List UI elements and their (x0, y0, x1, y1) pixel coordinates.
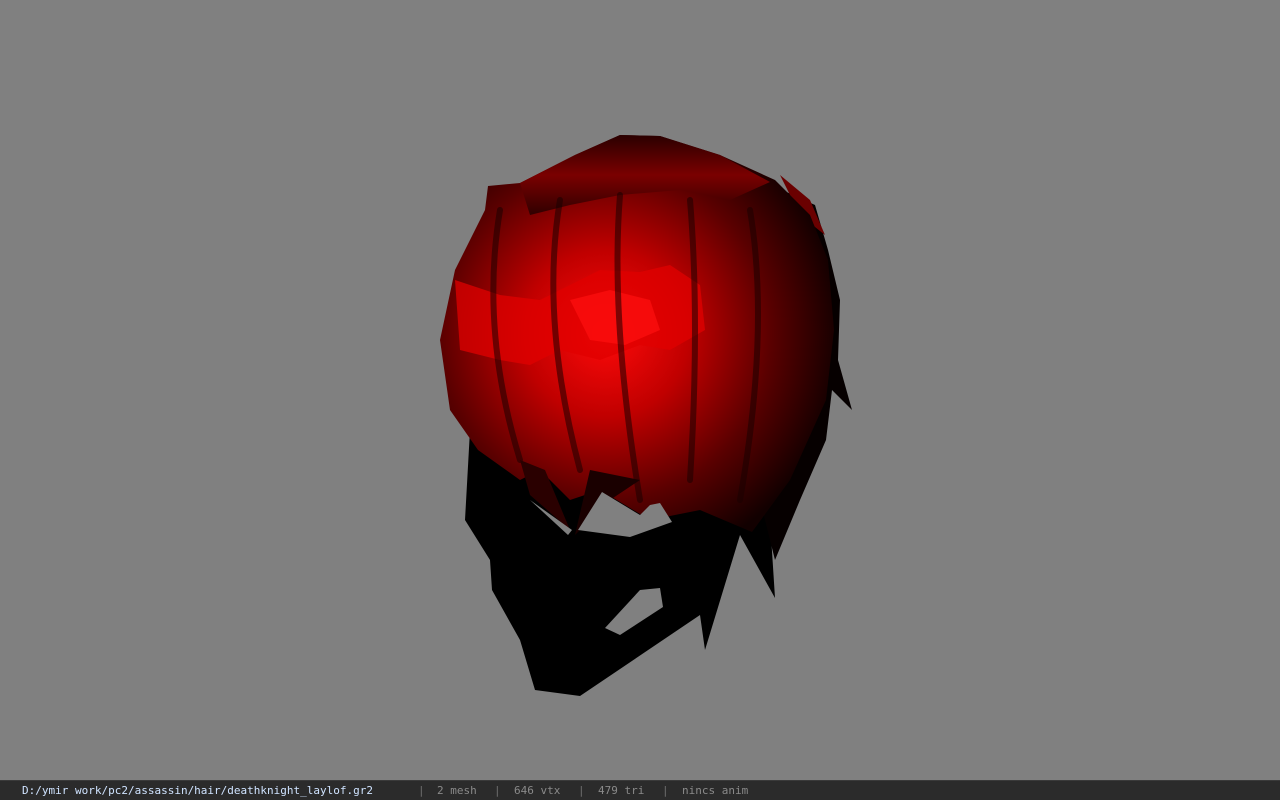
file-path: D:/ymir work/pc2/assassin/hair/deathknig… (22, 784, 373, 797)
separator: | (662, 784, 669, 797)
separator: | (578, 784, 585, 797)
triangle-count: 479 tri (598, 784, 645, 797)
vertex-count: 646 vtx (514, 784, 561, 797)
separator: | (418, 784, 425, 797)
status-bar: D:/ymir work/pc2/assassin/hair/deathknig… (0, 780, 1280, 800)
mesh-count: 2 mesh (437, 784, 477, 797)
model-render (440, 135, 852, 696)
3d-viewport[interactable] (0, 0, 1280, 780)
separator: | (494, 784, 501, 797)
anim-status: nincs anim (682, 784, 749, 797)
